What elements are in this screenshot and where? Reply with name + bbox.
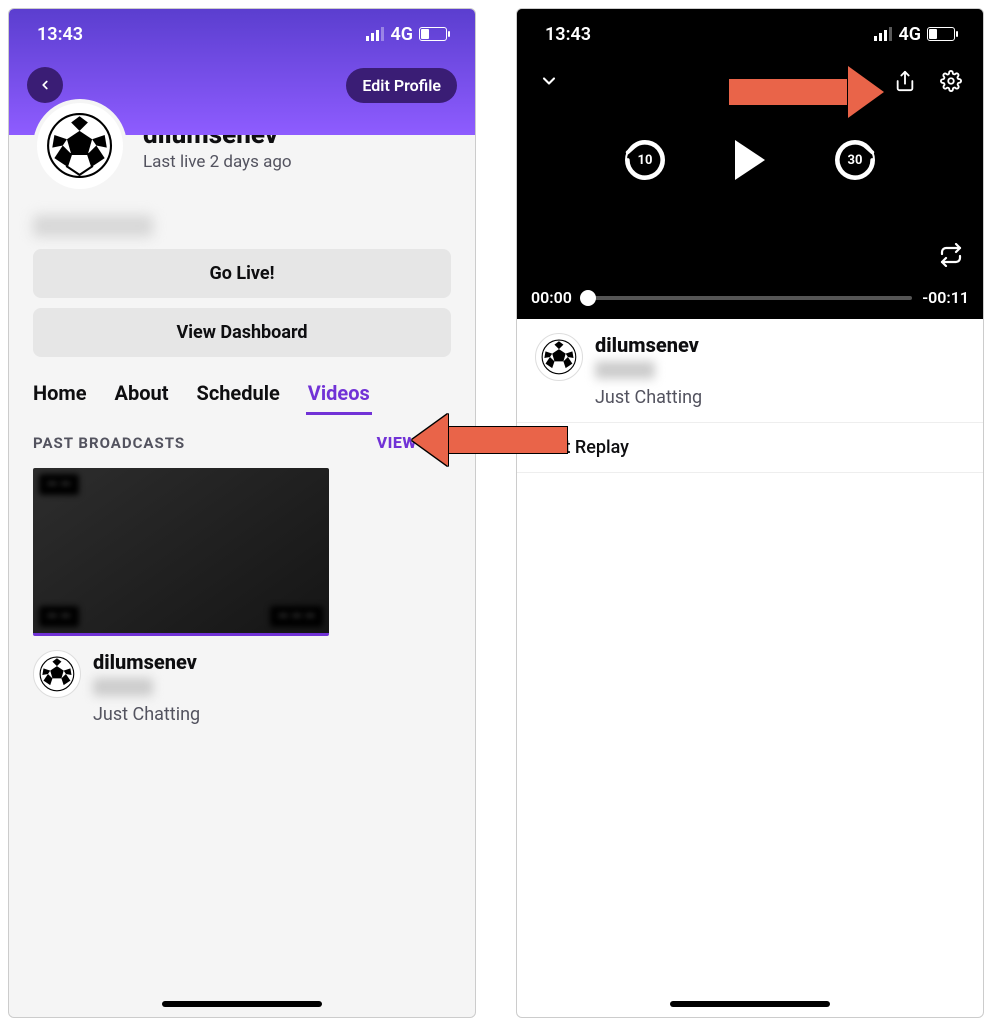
go-live-button[interactable]: Go Live! <box>33 249 451 298</box>
battery-icon <box>927 27 955 41</box>
gear-icon[interactable] <box>937 67 965 95</box>
home-indicator[interactable] <box>670 1001 830 1007</box>
followers-blurred <box>33 215 153 237</box>
rewind-10-button[interactable]: 10 <box>625 140 665 180</box>
network-label: 4G <box>390 24 413 45</box>
battery-icon <box>419 27 447 41</box>
video-info: dilumsenev Just Chatting <box>517 319 983 422</box>
video-player: 13:43 4G 10 <box>517 9 983 319</box>
video-thumbnail[interactable]: — — — — — — — <box>33 468 329 636</box>
rewind-amount: 10 <box>638 153 653 168</box>
video-category: Just Chatting <box>93 704 200 725</box>
view-dashboard-button[interactable]: View Dashboard <box>33 308 451 357</box>
clock: 13:43 <box>545 24 591 45</box>
status-bar: 13:43 4G <box>9 9 475 59</box>
tabs: Home About Schedule Videos <box>9 367 475 405</box>
tab-about[interactable]: About <box>115 381 169 405</box>
author-name: dilumsenev <box>595 333 702 357</box>
repeat-icon[interactable] <box>937 241 965 269</box>
video-subtitle-blurred <box>93 678 153 696</box>
avatar[interactable] <box>33 99 127 193</box>
subtitle-blurred <box>595 361 655 379</box>
video-author-avatar <box>33 650 81 698</box>
collapse-button[interactable] <box>535 67 563 95</box>
edit-profile-button[interactable]: Edit Profile <box>346 68 457 103</box>
share-icon[interactable] <box>891 67 919 95</box>
back-button[interactable] <box>27 67 63 103</box>
play-button[interactable] <box>735 140 765 180</box>
home-indicator[interactable] <box>162 1001 322 1007</box>
section-title: PAST BROADCASTS <box>33 434 185 452</box>
chat-replay-header[interactable]: Chat Replay <box>517 422 983 473</box>
tab-schedule[interactable]: Schedule <box>197 381 280 405</box>
clock: 13:43 <box>37 24 83 45</box>
last-live: Last live 2 days ago <box>143 152 292 172</box>
signal-icon <box>874 27 892 41</box>
status-bar: 13:43 4G <box>517 9 983 59</box>
profile-screen: 13:43 4G Edit Profile dilumsenev Last li… <box>8 8 476 1018</box>
remaining-time: -00:11 <box>922 288 969 307</box>
player-screen: 13:43 4G 10 <box>516 8 984 1018</box>
annotation-arrow-right <box>728 66 884 118</box>
forward-30-button[interactable]: 30 <box>835 140 875 180</box>
signal-icon <box>366 27 384 41</box>
forward-amount: 30 <box>848 153 863 168</box>
video-category: Just Chatting <box>595 387 702 408</box>
tab-videos[interactable]: Videos <box>308 381 370 405</box>
status-right: 4G <box>366 24 447 45</box>
network-label: 4G <box>898 24 921 45</box>
elapsed-time: 00:00 <box>531 288 572 307</box>
progress-bar[interactable] <box>582 296 912 300</box>
annotation-arrow-left <box>412 414 568 466</box>
tab-home[interactable]: Home <box>33 381 87 405</box>
video-list-item[interactable]: dilumsenev Just Chatting <box>9 636 475 739</box>
status-right: 4G <box>874 24 955 45</box>
author-avatar[interactable] <box>535 333 583 381</box>
video-author: dilumsenev <box>93 650 200 674</box>
